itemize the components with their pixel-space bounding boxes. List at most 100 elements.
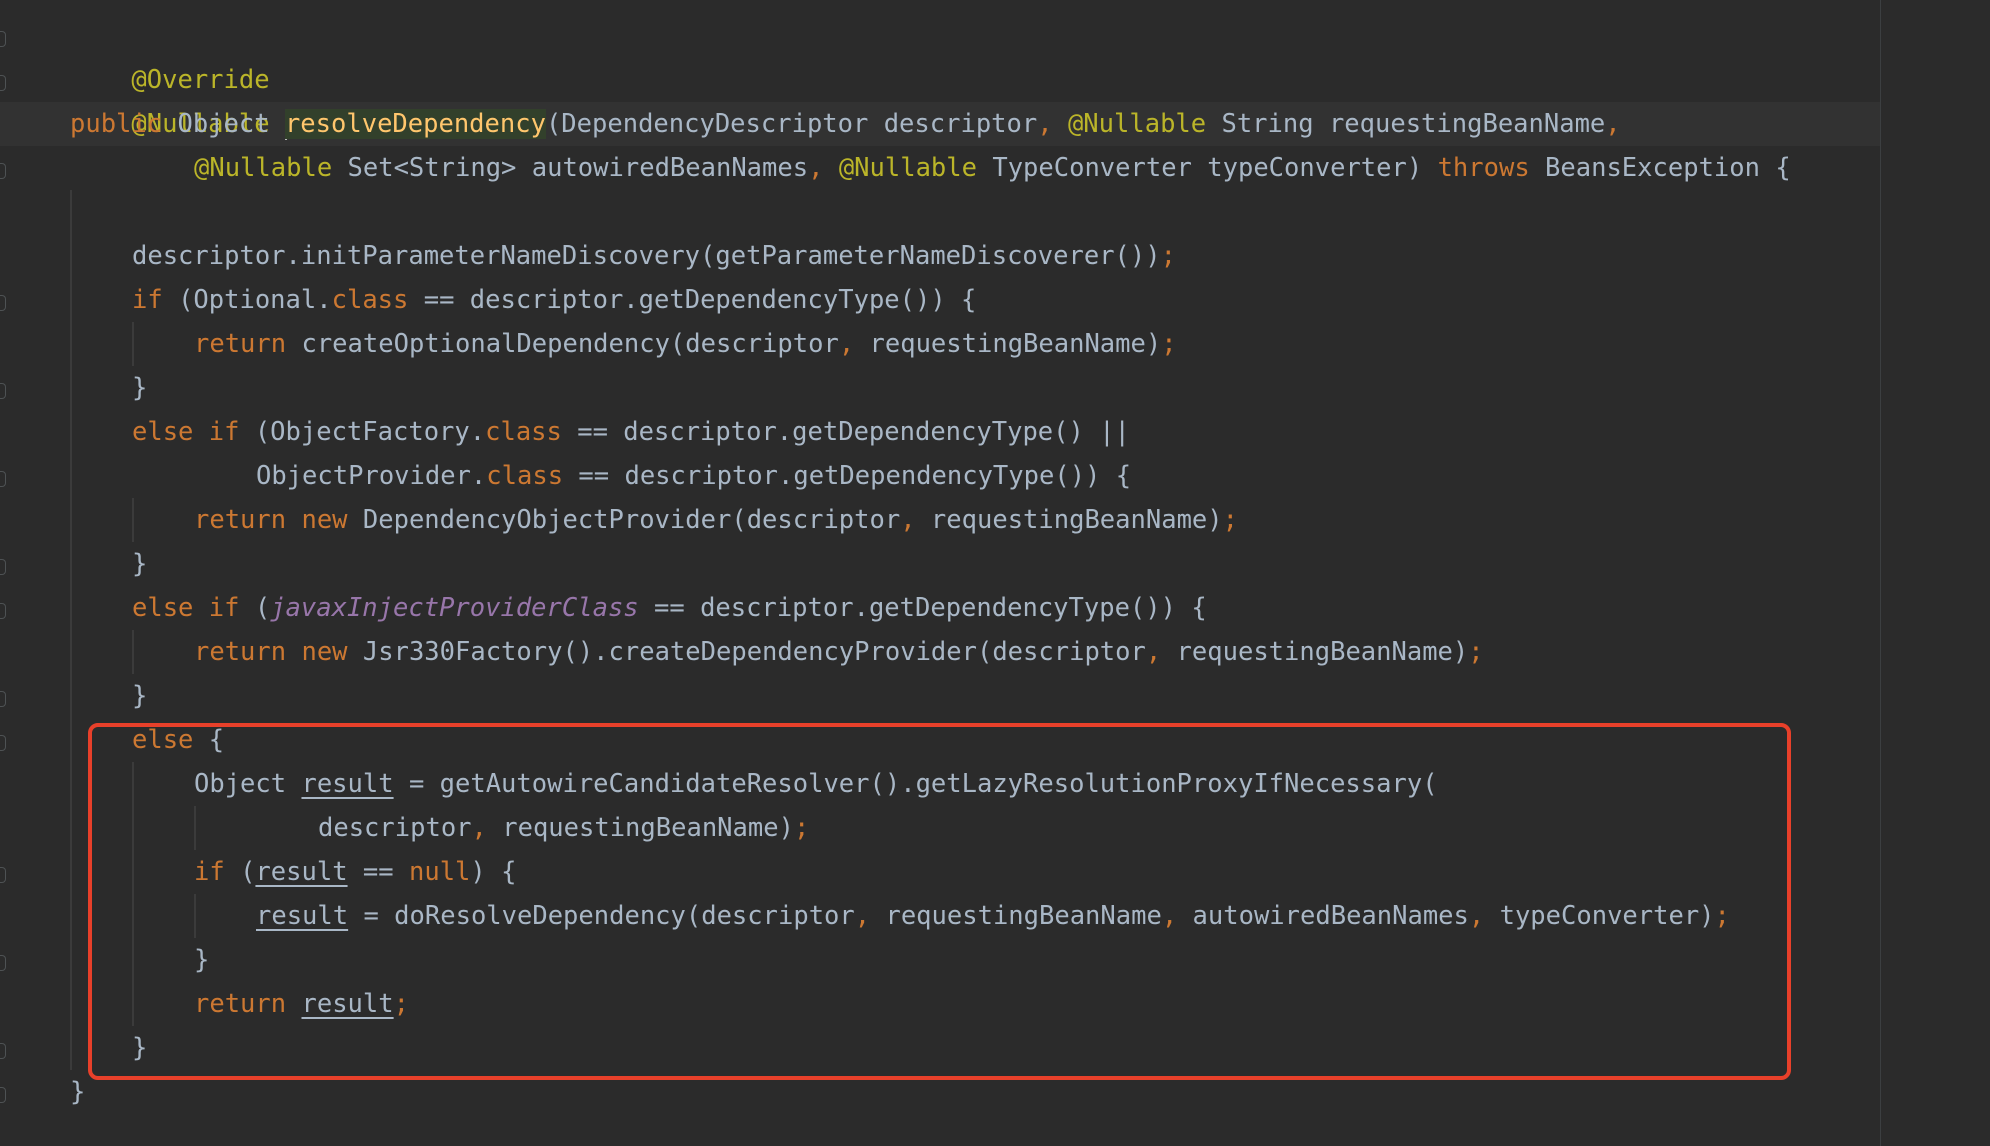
keyword-class: class (486, 461, 564, 491)
fold-marker-icon[interactable] (0, 31, 6, 47)
fold-marker-icon[interactable] (0, 1087, 6, 1103)
comma: , (1145, 637, 1162, 667)
semicolon: ; (1714, 901, 1730, 931)
fold-marker-icon[interactable] (0, 471, 6, 487)
code-line-20[interactable]: if (result == null) { (194, 850, 516, 894)
fold-marker-icon[interactable] (0, 559, 6, 575)
keyword-else-if: else if (132, 417, 240, 447)
code-line-7[interactable]: if (Optional.class == descriptor.getDepe… (132, 278, 976, 322)
nullable-annotation: @Nullable (194, 153, 333, 183)
code-line-2[interactable]: @Nullable (70, 58, 269, 139)
code-line-25[interactable]: } (70, 1070, 85, 1114)
method-name[interactable]: resolveDependency (284, 109, 546, 139)
return-type: Object (162, 109, 285, 139)
nullable-annotation: @Nullable (838, 153, 977, 183)
condition-text: == descriptor.getDependencyType() || (561, 417, 1130, 447)
statement-text: requestingBeanName (870, 901, 1162, 931)
code-line-9[interactable]: } (132, 366, 147, 410)
indent-guide (132, 630, 134, 674)
right-margin-guide (1880, 0, 1881, 1146)
fold-marker-icon[interactable] (0, 163, 6, 179)
statement-text: typeConverter) (1484, 901, 1715, 931)
code-line-16[interactable]: } (132, 674, 147, 718)
keyword-return-new: return new (194, 505, 348, 535)
keyword-null: null (408, 857, 471, 887)
condition-text: (ObjectFactory. (239, 417, 486, 447)
condition-text: ( (224, 857, 256, 887)
params-text: Set<String> autowiredBeanNames (332, 153, 809, 183)
keyword-public: public (70, 109, 163, 139)
semicolon: ; (793, 813, 810, 843)
statement-text: Jsr330Factory().createDependencyProvider… (347, 637, 1146, 667)
condition-text: ( (239, 593, 271, 623)
code-line-3[interactable]: public Object resolveDependency(Dependen… (70, 102, 1621, 146)
condition-text: == descriptor.getDependencyType()) { (563, 461, 1132, 491)
statement-text: = doResolveDependency(descriptor (348, 901, 855, 931)
code-editor[interactable]: @Override @Nullable public Object resolv… (0, 0, 1990, 1146)
code-line-21[interactable]: result = doResolveDependency(descriptor,… (256, 894, 1730, 938)
result-variable[interactable]: result (256, 901, 348, 931)
code-line-6[interactable]: descriptor.initParameterNameDiscovery(ge… (132, 234, 1176, 278)
params-text: (DependencyDescriptor descriptor (545, 109, 1038, 139)
semicolon: ; (1161, 329, 1177, 359)
exception-text: BeansException { (1529, 153, 1791, 183)
code-line-18[interactable]: Object result = getAutowireCandidateReso… (194, 762, 1438, 806)
indent-guide (194, 894, 196, 938)
keyword-class: class (331, 285, 409, 315)
fold-marker-icon[interactable] (0, 867, 6, 883)
statement-text: Object (194, 769, 302, 799)
code-line-1[interactable]: @Override (70, 14, 269, 95)
code-line-8[interactable]: return createOptionalDependency(descript… (194, 322, 1177, 366)
semicolon: ; (393, 989, 409, 1019)
statement-text: requestingBeanName) (915, 505, 1223, 535)
code-line-17[interactable]: else { (132, 718, 224, 762)
nullable-annotation: @Nullable (1067, 109, 1207, 139)
condition-text: ) { (470, 857, 517, 887)
condition-text: ObjectProvider. (256, 461, 487, 491)
result-variable[interactable]: result (301, 769, 393, 799)
fold-marker-icon[interactable] (0, 603, 6, 619)
code-line-12[interactable]: return new DependencyObjectProvider(desc… (194, 498, 1238, 542)
code-line-22[interactable]: } (194, 938, 209, 982)
comma: , (1605, 109, 1621, 139)
result-variable[interactable]: result (301, 989, 393, 1019)
keyword-return-new: return new (194, 637, 348, 667)
close-brace: } (132, 681, 148, 711)
code-line-15[interactable]: return new Jsr330Factory().createDepende… (194, 630, 1484, 674)
statement-text: descriptor.initParameterNameDiscovery(ge… (132, 241, 1161, 271)
comma: , (471, 813, 487, 843)
params-text: String requestingBeanName (1206, 109, 1606, 139)
statement-text: autowiredBeanNames (1177, 901, 1469, 931)
close-brace: } (194, 945, 210, 975)
fold-marker-icon[interactable] (0, 295, 6, 311)
condition-text: (Optional. (162, 285, 332, 315)
code-line-11[interactable]: ObjectProvider.class == descriptor.getDe… (256, 454, 1131, 498)
code-line-10[interactable]: else if (ObjectFactory.class == descript… (132, 410, 1130, 454)
code-line-4[interactable]: @Nullable Set<String> autowiredBeanNames… (194, 146, 1791, 190)
condition-text: == descriptor.getDependencyType()) { (408, 285, 977, 315)
comma: , (808, 153, 824, 183)
keyword-if: if (194, 857, 225, 887)
code-line-13[interactable]: } (132, 542, 147, 586)
code-line-14[interactable]: else if (javaxInjectProviderClass == des… (132, 586, 1207, 630)
comma: , (1468, 901, 1485, 931)
indent-guide (132, 322, 134, 366)
condition-text: == descriptor.getDependencyType()) { (638, 593, 1207, 623)
fold-marker-icon[interactable] (0, 1043, 6, 1059)
code-line-24[interactable]: } (132, 1026, 147, 1070)
indent-guide (132, 762, 134, 1026)
static-field[interactable]: javaxInjectProviderClass (270, 593, 638, 623)
fold-marker-icon[interactable] (0, 955, 6, 971)
keyword-throws: throws (1437, 153, 1530, 183)
fold-marker-icon[interactable] (0, 735, 6, 751)
keyword-else: else (132, 725, 194, 755)
close-brace: } (132, 1033, 148, 1063)
result-variable[interactable]: result (255, 857, 347, 887)
close-brace: } (132, 549, 148, 579)
fold-marker-icon[interactable] (0, 383, 6, 399)
code-line-23[interactable]: return result; (194, 982, 409, 1026)
comma: , (900, 505, 916, 535)
fold-marker-icon[interactable] (0, 691, 6, 707)
fold-marker-icon[interactable] (0, 75, 6, 91)
code-line-19[interactable]: descriptor, requestingBeanName); (318, 806, 809, 850)
